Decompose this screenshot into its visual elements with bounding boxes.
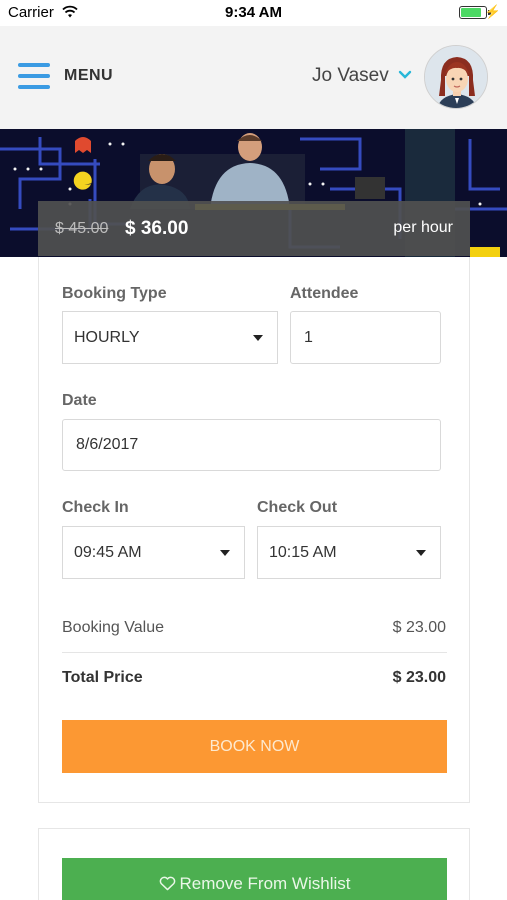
original-price: $ 45.00: [55, 220, 109, 237]
wishlist-card: Remove From Wishlist: [38, 828, 470, 900]
user-name[interactable]: Jo Vasev: [312, 65, 389, 87]
check-in-label: Check In: [62, 499, 129, 516]
total-price-amount: $ 23.00: [392, 669, 446, 686]
booking-type-label: Booking Type: [62, 285, 167, 302]
clock: 9:34 AM: [225, 4, 282, 21]
check-out-label: Check Out: [257, 499, 338, 516]
remove-from-wishlist-button[interactable]: Remove From Wishlist: [62, 858, 447, 900]
check-in-select[interactable]: 09:45 AM: [62, 526, 245, 579]
attendee-input[interactable]: 1: [290, 311, 441, 364]
booking-value-label: Booking Value: [62, 619, 164, 636]
date-value: 8/6/2017: [76, 436, 139, 453]
total-price-label: Total Price: [62, 669, 143, 686]
heart-icon: [159, 876, 175, 891]
dropdown-caret-icon: [416, 549, 426, 556]
discounted-price: $ 36.00: [125, 218, 189, 239]
book-now-button[interactable]: BOOK NOW: [62, 720, 447, 773]
app-header: MENU Jo Vasev: [0, 26, 507, 129]
divider: [62, 652, 447, 653]
price-unit: per hour: [393, 219, 453, 236]
attendee-value: 1: [304, 328, 313, 346]
remove-from-wishlist-label: Remove From Wishlist: [179, 874, 351, 893]
booking-card: Booking Type HOURLY Attendee 1 Date 8/6/…: [38, 257, 470, 803]
menu-label[interactable]: MENU: [64, 67, 113, 85]
price-bar: $ 45.00 $ 36.00 per hour: [38, 201, 470, 256]
dropdown-caret-icon: [253, 334, 263, 341]
status-bar: Carrier 9:34 AM ⚡: [0, 0, 507, 26]
check-out-value: 10:15 AM: [269, 543, 337, 561]
check-out-select[interactable]: 10:15 AM: [257, 526, 441, 579]
date-input[interactable]: 8/6/2017: [62, 419, 441, 471]
date-label: Date: [62, 392, 97, 409]
hamburger-menu-icon[interactable]: [18, 63, 50, 91]
attendee-label: Attendee: [290, 285, 359, 302]
booking-type-select[interactable]: HOURLY: [62, 311, 278, 364]
battery-icon: [459, 6, 491, 19]
avatar[interactable]: [424, 45, 488, 109]
charging-icon: ⚡: [484, 4, 501, 19]
dropdown-caret-icon: [220, 549, 230, 556]
booking-value-amount: $ 23.00: [392, 619, 446, 636]
booking-type-value: HOURLY: [74, 328, 140, 346]
check-in-value: 09:45 AM: [74, 543, 142, 561]
chevron-down-icon[interactable]: [398, 68, 412, 82]
